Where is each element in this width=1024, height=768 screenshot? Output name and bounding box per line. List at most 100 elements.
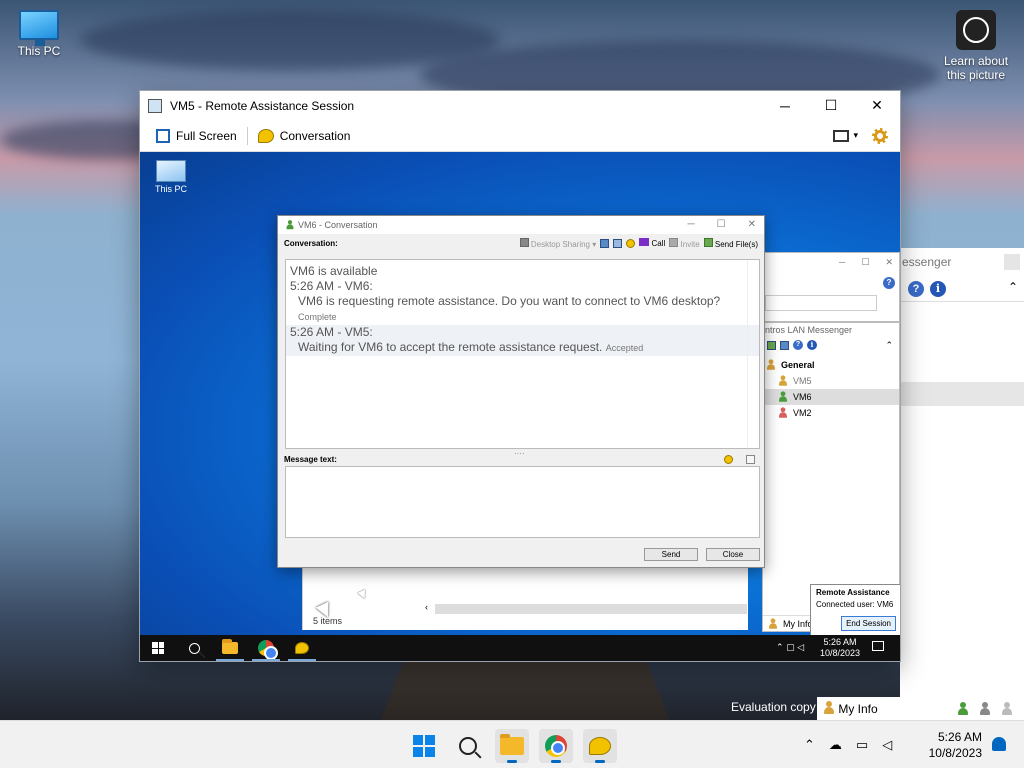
close-button[interactable]: ✕ bbox=[854, 91, 900, 120]
chevron-up-icon[interactable]: ⌃ bbox=[804, 737, 815, 753]
remote-assistance-window[interactable]: VM5 - Remote Assistance Session ─ ☐ ✕ Fu… bbox=[139, 90, 901, 662]
maximize-icon[interactable]: ☐ bbox=[717, 219, 726, 230]
help-icon[interactable]: ? bbox=[793, 340, 803, 350]
host-messenger-window[interactable]: essenger ? i ⌃ bbox=[900, 248, 1024, 720]
conversation-toolbar: Conversation: Desktop Sharing ▾ Call Inv… bbox=[278, 234, 764, 252]
status-busy-icon[interactable] bbox=[979, 702, 991, 716]
message-input[interactable] bbox=[285, 466, 760, 538]
remote-desktop-icon-this-pc[interactable]: This PC bbox=[150, 160, 192, 194]
chevron-up-icon[interactable]: ⌃ bbox=[1008, 280, 1018, 294]
remote-explorer-button[interactable] bbox=[212, 635, 248, 661]
status-available-icon[interactable] bbox=[957, 702, 969, 716]
remote-assistance-panel: Remote Assistance Connected user: VM6 En… bbox=[810, 584, 900, 636]
minimize-icon[interactable]: ─ bbox=[688, 219, 695, 230]
send-files-button[interactable]: Send File(s) bbox=[703, 237, 758, 249]
list-item-user[interactable]: VM2 bbox=[763, 405, 899, 421]
clock[interactable]: 5:26 AM 10/8/2023 bbox=[929, 729, 982, 761]
conversation-window[interactable]: VM6 - Conversation ─ ☐ ✕ Conversation: D… bbox=[277, 215, 765, 568]
remote-desktop-view[interactable]: This PC ─ ☐ ✕ ? ntros LAN Messenger ? i … bbox=[140, 152, 900, 661]
my-info-label[interactable]: My Info bbox=[838, 702, 877, 716]
settings-icon[interactable] bbox=[872, 127, 888, 144]
font-icon[interactable] bbox=[746, 455, 755, 464]
add-icon[interactable] bbox=[767, 340, 776, 350]
host-taskbar: ⌃ ☁ ▭ ◁ 5:26 AM 10/8/2023 bbox=[0, 720, 1024, 768]
notification-bell-icon[interactable] bbox=[992, 737, 1006, 751]
chevron-up-icon[interactable]: ⌃ bbox=[885, 340, 899, 351]
info-icon[interactable]: i bbox=[807, 340, 817, 350]
selected-row[interactable] bbox=[900, 382, 1024, 406]
chevron-left-icon[interactable]: ‹ bbox=[425, 602, 428, 612]
desktop-icon-this-pc[interactable]: This PC bbox=[2, 10, 76, 58]
send-button[interactable]: Send bbox=[644, 548, 698, 561]
chrome-button[interactable] bbox=[539, 729, 573, 763]
conversation-log[interactable]: VM6 is available 5:26 AM - VM6: VM6 is r… bbox=[285, 259, 760, 449]
remote-start-button[interactable] bbox=[140, 635, 176, 661]
windows-icon bbox=[413, 735, 435, 757]
vertical-scrollbar[interactable] bbox=[747, 260, 759, 448]
list-item-user[interactable]: VM5 bbox=[763, 373, 899, 389]
maximize-icon[interactable]: ☐ bbox=[861, 257, 869, 268]
remote-tray-icons[interactable]: ⌃ ▢ ◁ bbox=[776, 642, 804, 653]
ra-toolbar: Full Screen Conversation ▾ bbox=[140, 120, 900, 152]
close-conversation-button[interactable]: Close bbox=[706, 548, 760, 561]
search-input[interactable] bbox=[765, 295, 877, 311]
remote-clock[interactable]: 5:26 AM 10/8/2023 bbox=[820, 637, 860, 659]
remote-messenger-button[interactable] bbox=[284, 635, 320, 661]
chevron-down-icon[interactable]: ▾ bbox=[853, 130, 858, 141]
start-button[interactable] bbox=[407, 729, 441, 763]
video-icon bbox=[639, 238, 650, 246]
user-icon bbox=[823, 701, 835, 715]
send-file-icon bbox=[703, 237, 713, 247]
cloud bbox=[80, 10, 500, 70]
toolbar-separator bbox=[246, 126, 248, 145]
remote-chrome-button[interactable] bbox=[248, 635, 284, 661]
file-explorer-button[interactable] bbox=[495, 729, 529, 763]
emoticon-icon[interactable] bbox=[626, 238, 636, 248]
learn-about-picture[interactable]: Learn about this picture bbox=[940, 10, 1012, 82]
cloud-icon[interactable]: ☁ bbox=[829, 737, 842, 753]
remote-taskbar: ⌃ ▢ ◁ 5:26 AM 10/8/2023 bbox=[140, 635, 900, 661]
message-status: Complete bbox=[298, 312, 337, 322]
help-icon[interactable]: ? bbox=[883, 277, 895, 289]
maximize-button[interactable]: ☐ bbox=[808, 91, 854, 120]
splitter-handle[interactable]: ···· bbox=[514, 449, 525, 458]
minimize-button[interactable]: ─ bbox=[762, 91, 808, 120]
network-icon[interactable]: ▭ bbox=[856, 737, 868, 753]
info-icon[interactable]: i bbox=[930, 281, 946, 297]
full-screen-button[interactable]: Full Screen bbox=[150, 125, 243, 147]
user-icon bbox=[778, 391, 788, 402]
smiley-icon[interactable] bbox=[724, 455, 733, 464]
conversation-button[interactable]: Conversation bbox=[252, 125, 357, 147]
display-icon[interactable] bbox=[833, 129, 850, 142]
search-button[interactable] bbox=[451, 729, 485, 763]
group-general[interactable]: General bbox=[763, 357, 899, 373]
camera-icon bbox=[956, 10, 996, 50]
notification-icon[interactable] bbox=[872, 641, 884, 651]
conversation-label: Conversation: bbox=[284, 238, 338, 248]
desktop-sharing-button[interactable]: Desktop Sharing ▾ bbox=[519, 237, 596, 249]
conversation-title-bar: VM6 - Conversation ─ ☐ ✕ bbox=[278, 216, 764, 234]
save-icon[interactable] bbox=[613, 238, 623, 248]
learn-label: Learn about this picture bbox=[943, 54, 1009, 82]
close-icon[interactable]: ✕ bbox=[748, 219, 756, 230]
horizontal-scrollbar[interactable] bbox=[435, 604, 747, 614]
end-session-button[interactable]: End Session bbox=[841, 616, 896, 631]
user-icon bbox=[778, 407, 788, 418]
conversation-title: VM6 - Conversation bbox=[298, 220, 378, 230]
close-icon[interactable] bbox=[1004, 254, 1020, 270]
help-icon[interactable]: ? bbox=[908, 281, 924, 297]
close-icon[interactable]: ✕ bbox=[885, 257, 893, 268]
history-icon[interactable] bbox=[600, 238, 610, 248]
status-offline-icon[interactable] bbox=[1001, 702, 1013, 716]
host-messenger-status: My Info bbox=[817, 697, 1024, 720]
remote-messenger-back-window[interactable]: ─ ☐ ✕ ? bbox=[762, 252, 900, 322]
remote-search-button[interactable] bbox=[176, 635, 212, 661]
invite-button[interactable]: Invite bbox=[669, 237, 700, 249]
broadcast-icon[interactable] bbox=[780, 340, 789, 350]
messenger-button[interactable] bbox=[583, 729, 617, 763]
volume-muted-icon[interactable]: ◁ bbox=[882, 737, 892, 753]
call-button[interactable]: Call bbox=[639, 238, 665, 248]
list-item-user[interactable]: VM6 bbox=[763, 389, 899, 405]
remote-messenger-toolbar: ? i ⌃ bbox=[763, 337, 899, 353]
minimize-icon[interactable]: ─ bbox=[839, 257, 845, 268]
